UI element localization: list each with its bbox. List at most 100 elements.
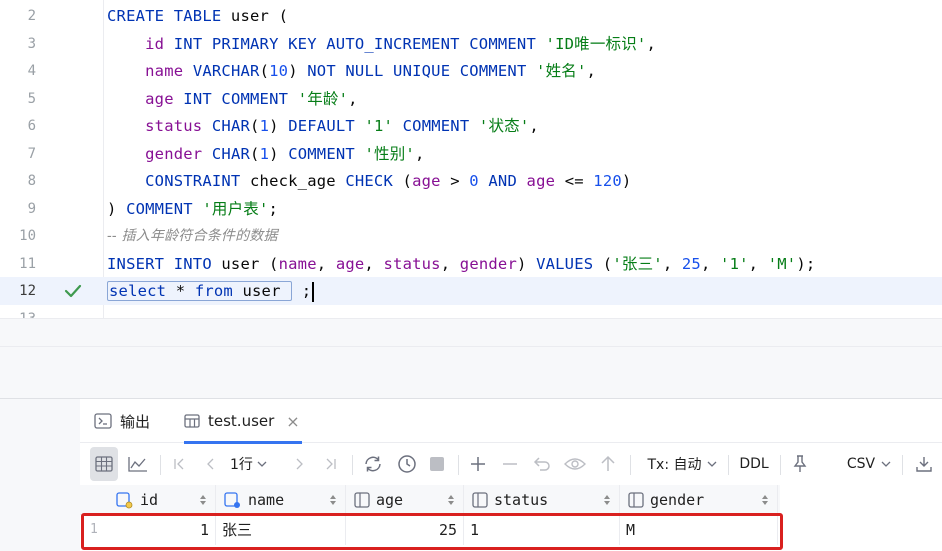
stop-icon [430,457,444,471]
line-number: 7 [27,146,36,162]
pin-button[interactable] [788,447,812,481]
last-page-icon [326,458,336,470]
string-literal: '用户表' [202,200,269,218]
refresh-icon [365,456,381,472]
string-literal: '1' [720,255,749,273]
code-text[interactable]: status CHAR(1) DEFAULT '1' COMMENT '状态', [107,112,539,140]
last-page-button[interactable] [320,447,342,481]
stop-button[interactable] [426,447,448,481]
string-literal: '状态' [478,117,530,135]
code-line-3[interactable]: 3 id INT PRIMARY KEY AUTO_INCREMENT COMM… [0,30,942,58]
grid-view-button[interactable] [90,447,118,481]
panel-side-strip [0,399,80,551]
tab-test-user[interactable]: test.user × [184,399,302,444]
code-line-12[interactable]: 12 select * from user ; [0,277,942,305]
download-icon [916,457,932,472]
code-text[interactable]: select * from user ; [107,277,315,305]
line-number: 6 [27,118,36,134]
refresh-button[interactable] [360,447,386,481]
chevron-right-icon [296,458,303,470]
column-icon [472,492,488,508]
sort-icon[interactable] [761,494,769,506]
sort-icon[interactable] [329,494,337,506]
export-format-label: CSV [846,456,876,472]
sort-icon[interactable] [199,494,207,506]
column-header-status[interactable]: status [464,485,620,515]
line-number: 10 [19,228,36,244]
code-line-10[interactable]: 10 -- 插入年龄符合条件的数据 [0,222,942,250]
line-number: 13 [0,305,36,318]
divider [352,455,353,475]
row-count-label: 1行 [230,457,253,473]
code-line-5[interactable]: 5 age INT COMMENT '年龄', [0,85,942,113]
code-text[interactable]: age INT COMMENT '年龄', [107,85,358,113]
row-count-dropdown[interactable]: 1行 [230,447,280,481]
sort-icon[interactable] [447,494,455,506]
column-label: id [140,491,159,509]
string-literal: '姓名' [536,62,587,80]
code-line-7[interactable]: 7 gender CHAR(1) COMMENT '性别', [0,140,942,168]
chart-icon [128,457,147,472]
download-button[interactable] [912,447,936,481]
chart-view-button[interactable] [124,447,152,481]
column-label: name [248,491,285,509]
preview-button[interactable] [562,447,588,481]
table-icon [184,414,200,428]
minus-icon [503,463,517,465]
result-tabs: 输出 test.user × [80,399,942,444]
code-text[interactable]: INSERT INTO user (name, age, status, gen… [107,250,815,278]
revert-button[interactable] [530,447,554,481]
export-format-dropdown[interactable]: CSV [842,447,896,481]
highlight-annotation-box [81,513,783,550]
result-toolbar: 1行 Tx: 自动 DDL CSV [80,447,942,481]
close-icon[interactable]: × [286,412,299,431]
line-number: 12 [19,283,36,299]
chevron-down-icon [257,461,267,467]
add-row-button[interactable] [466,447,490,481]
sql-editor[interactable]: 2 CREATE TABLE user ( 3 id INT PRIMARY K… [0,0,942,318]
code-line-2[interactable]: 2 CREATE TABLE user ( [0,2,942,30]
grid-header: id name age status gender [80,485,780,515]
code-comment[interactable]: -- 插入年龄符合条件的数据 [107,222,278,250]
text-caret [312,281,315,302]
code-text[interactable]: name VARCHAR(10) NOT NULL UNIQUE COMMENT… [107,57,596,85]
sort-icon[interactable] [603,494,611,506]
code-text[interactable]: CONSTRAINT check_age CHECK (age > 0 AND … [107,167,631,195]
code-line-9[interactable]: 9 ) COMMENT '用户表'; [0,195,942,223]
chevron-down-icon [707,461,716,467]
line-number: 9 [27,201,36,217]
primary-key-column-icon [116,492,133,509]
column-label: gender [650,491,705,509]
undo-icon [533,457,550,471]
tx-mode-label: Tx: 自动 [647,457,702,473]
code-line-4[interactable]: 4 name VARCHAR(10) NOT NULL UNIQUE COMME… [0,57,942,85]
code-text[interactable]: CREATE TABLE user ( [107,2,288,30]
previous-page-button[interactable] [200,447,222,481]
code-text[interactable]: ) COMMENT '用户表'; [107,195,278,223]
delete-row-button[interactable] [498,447,522,481]
column-header-age[interactable]: age [346,485,464,515]
code-line-13[interactable]: 13 [0,305,942,318]
column-header-name[interactable]: name [216,485,346,515]
ddl-label: DDL [739,456,769,472]
unique-column-icon [224,492,240,508]
code-line-6[interactable]: 6 status CHAR(1) DEFAULT '1' COMMENT '状态… [0,112,942,140]
line-number: 2 [27,8,36,24]
next-page-button[interactable] [288,447,310,481]
ddl-button[interactable]: DDL [736,447,772,481]
submit-button[interactable] [596,447,620,481]
tab-output[interactable]: 输出 [94,399,150,443]
column-header-gender[interactable]: gender [620,485,778,515]
code-line-8[interactable]: 8 CONSTRAINT check_age CHECK (age > 0 AN… [0,167,942,195]
chevron-down-icon [881,461,891,467]
console-icon [94,413,112,429]
tx-mode-dropdown[interactable]: Tx: 自动 [644,447,720,481]
first-page-button[interactable] [168,447,190,481]
divider [458,455,459,475]
code-line-11[interactable]: 11 INSERT INTO user (name, age, status, … [0,250,942,278]
history-button[interactable] [394,447,420,481]
column-header-id[interactable]: id [108,485,216,515]
code-text[interactable]: gender CHAR(1) COMMENT '性别', [107,140,425,168]
column-label: status [494,491,549,509]
code-text[interactable]: id INT PRIMARY KEY AUTO_INCREMENT COMMEN… [107,30,656,58]
